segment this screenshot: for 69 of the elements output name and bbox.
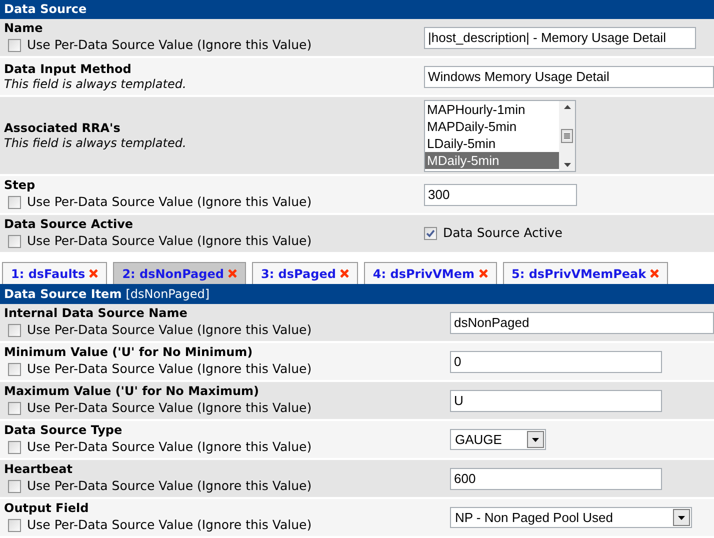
checkbox-label: Use Per-Data Source Value (Ignore this Value): [27, 321, 312, 339]
field-label: Data Input Method: [4, 62, 132, 76]
field-label: Name: [4, 21, 44, 36]
checkbox-label: Use Per-Data Source Value (Ignore this Value): [27, 516, 312, 534]
list-option[interactable]: MAPDaily-5min: [425, 118, 559, 134]
checkbox-label: Use Per-Data Source Value (Ignore this Value): [27, 477, 312, 495]
list-box[interactable]: MAPHourly-1min MAPDaily-5min LDaily-5min MDaily-5min: [424, 100, 576, 172]
text-field[interactable]: |host_description| - Memory Usage Detail: [424, 26, 696, 48]
check-icon: [426, 229, 435, 238]
tab[interactable]: 3: dsPaged: [252, 262, 358, 284]
field-label: Internal Data Source Name: [4, 306, 188, 321]
checkbox[interactable]: [8, 518, 21, 532]
tab[interactable]: 1: dsFaults: [2, 262, 108, 284]
dropdown-button[interactable]: [527, 431, 544, 448]
close-icon[interactable]: [228, 269, 237, 278]
dropdown-field[interactable]: NP - Non Paged Pool Used: [450, 507, 692, 528]
tab[interactable]: 4: dsPrivVMem: [364, 262, 496, 284]
field-label: Output Field: [4, 501, 90, 516]
checkbox-label: Use Per-Data Source Value (Ignore this Value): [27, 399, 312, 417]
field-note: This field is always templated.: [4, 136, 188, 150]
field-label: Associated RRA's: [4, 120, 122, 136]
field-note: This field is always templated.: [4, 76, 188, 92]
section-header: Data Source: [0, 0, 714, 19]
checkbox-label: Use Per-Data Source Value (Ignore this Value): [27, 438, 312, 456]
field-label: Data Source Type: [4, 423, 124, 438]
close-icon[interactable]: [478, 269, 488, 278]
checkbox[interactable]: [8, 440, 21, 454]
dropdown-button[interactable]: [673, 509, 690, 526]
text-field[interactable]: 0: [450, 350, 662, 372]
field-label: Data Source Active: [4, 217, 134, 232]
down-arrow-icon: [564, 162, 570, 166]
field-label: Heartbeat: [4, 462, 74, 477]
field-label: Step: [4, 178, 36, 193]
text-field[interactable]: dsNonPaged: [450, 312, 714, 334]
checkbox[interactable]: [8, 38, 21, 52]
checkbox-label: Use Per-Data Source Value (Ignore this Value): [27, 36, 312, 54]
field-label: Minimum Value ('U' for No Minimum): [4, 345, 254, 360]
checkbox-label: Use Per-Data Source Value (Ignore this Value): [27, 193, 312, 211]
caret-icon: [678, 516, 685, 520]
checkbox[interactable]: [8, 234, 21, 248]
scroll-thumb-icon: [561, 128, 573, 142]
close-icon[interactable]: [650, 269, 660, 278]
text-field[interactable]: U: [450, 390, 662, 412]
field-label: Maximum Value ('U' for No Maximum): [4, 384, 260, 399]
list-option[interactable]: MAPHourly-1min: [425, 100, 559, 118]
list-option[interactable]: LDaily-5min: [425, 134, 559, 152]
text-field[interactable]: 300: [424, 184, 577, 206]
section-subtitle: [dsNonPaged]: [126, 286, 210, 303]
checkbox[interactable]: [8, 402, 21, 414]
checkbox[interactable]: [8, 196, 21, 208]
checkbox[interactable]: [8, 324, 21, 336]
section-title: Data Source Item: [4, 286, 122, 303]
checkbox[interactable]: [8, 480, 21, 492]
up-arrow-icon: [564, 104, 570, 108]
caret-icon: [532, 438, 539, 442]
dropdown-field[interactable]: GAUGE: [450, 429, 546, 450]
checkbox-label: Use Per-Data Source Value (Ignore this Value): [27, 232, 312, 250]
checkbox-label: Data Source Active: [443, 224, 562, 242]
scrollbar[interactable]: [559, 100, 575, 170]
text-field[interactable]: Windows Memory Usage Detail: [424, 66, 714, 88]
text-field[interactable]: 600: [450, 468, 662, 490]
close-icon[interactable]: [89, 269, 98, 278]
checkbox-label: Use Per-Data Source Value (Ignore this Value): [27, 360, 312, 378]
list-option[interactable]: MDaily-5min: [425, 152, 559, 168]
checkbox[interactable]: [424, 227, 437, 240]
tab[interactable]: 2: dsNonPaged: [113, 262, 246, 284]
tab[interactable]: 5: dsPrivVMemPeak: [502, 262, 668, 284]
checkbox[interactable]: [8, 362, 21, 376]
close-icon[interactable]: [340, 269, 349, 278]
